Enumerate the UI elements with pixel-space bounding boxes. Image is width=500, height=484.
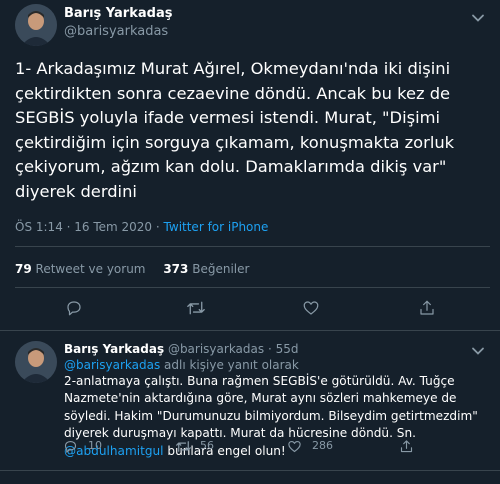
likes-stat[interactable]: 373 Beğeniler	[163, 262, 249, 276]
retweets-count: 79	[15, 262, 32, 276]
likes-count: 373	[163, 262, 189, 276]
tweet-stats: 79 Retweet ve yorum 373 Beğeniler	[15, 262, 249, 276]
share-icon[interactable]	[396, 436, 416, 456]
replying-to-handle[interactable]: @barisyarkadas	[64, 358, 160, 372]
reply-icon[interactable]	[62, 296, 86, 320]
share-icon[interactable]	[415, 296, 439, 320]
likes-label: Beğeniler	[192, 262, 250, 276]
divider	[15, 246, 490, 247]
retweet-icon[interactable]	[173, 436, 193, 456]
reply-text: 2-anlatmaya çalıştı. Buna rağmen SEGBİS'…	[64, 373, 484, 460]
chevron-down-icon[interactable]	[468, 341, 488, 361]
reply-header: Barış Yarkadaş @barisyarkadas · 55d	[64, 342, 298, 356]
reply-author-name[interactable]: Barış Yarkadaş	[64, 342, 164, 356]
replying-to-suffix: adlı kişiye yanıt olarak	[164, 358, 299, 372]
retweet-count: 56	[200, 439, 214, 452]
tweet-source[interactable]: Twitter for iPhone	[164, 220, 269, 234]
divider	[15, 287, 490, 288]
retweet-icon[interactable]	[184, 296, 208, 320]
author-name[interactable]: Barış Yarkadaş	[64, 6, 172, 21]
author-handle[interactable]: @barisyarkadas	[64, 24, 168, 39]
tweet-meta: ÖS 1:14 · 16 Tem 2020 · Twitter for iPho…	[15, 220, 268, 234]
tweet-timestamp[interactable]: ÖS 1:14 · 16 Tem 2020 ·	[15, 220, 160, 234]
reply-author-avatar[interactable]	[15, 341, 57, 383]
like-count: 286	[312, 439, 333, 452]
retweets-label: Retweet ve yorum	[35, 262, 146, 276]
divider	[0, 470, 500, 471]
like-icon[interactable]	[284, 436, 304, 456]
reply-count: 10	[88, 439, 102, 452]
reply-text-body: 2-anlatmaya çalıştı. Buna rağmen SEGBİS'…	[64, 374, 478, 441]
replying-to: @barisyarkadas adlı kişiye yanıt olarak	[64, 358, 299, 372]
reply-handle-time[interactable]: @barisyarkadas · 55d	[168, 342, 299, 356]
reply-icon[interactable]	[60, 436, 80, 456]
chevron-down-icon[interactable]	[468, 8, 488, 28]
divider	[0, 330, 500, 331]
tweet-text: 1- Arkadaşımız Murat Ağırel, Okmeydanı'n…	[15, 59, 455, 201]
author-avatar[interactable]	[15, 4, 57, 46]
retweets-stat[interactable]: 79 Retweet ve yorum	[15, 262, 149, 276]
like-icon[interactable]	[299, 296, 323, 320]
